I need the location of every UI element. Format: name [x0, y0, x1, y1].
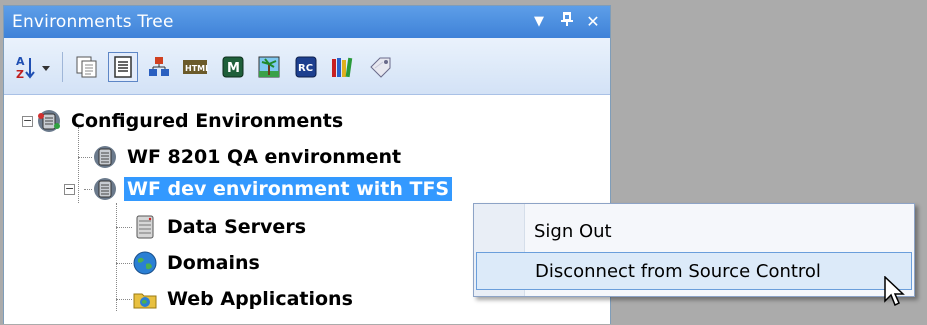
- copy-icon[interactable]: [72, 52, 102, 82]
- context-menu: Sign Out Disconnect from Source Control: [473, 203, 915, 297]
- tree-connector: [116, 299, 132, 300]
- tree-node-wf-8201-qa[interactable]: WF 8201 QA environment: [92, 141, 404, 173]
- tree-node-label: Configured Environments: [71, 110, 344, 132]
- svg-text:Z: Z: [16, 68, 24, 80]
- menu-item-sign-out[interactable]: Sign Out: [476, 212, 912, 250]
- svg-text:M: M: [227, 61, 240, 76]
- tree-node-label: Domains: [167, 252, 260, 274]
- tree-connector: [78, 157, 92, 158]
- tree-connector: [78, 127, 79, 203]
- environment-group-icon: [36, 108, 62, 134]
- tree-node-data-servers[interactable]: Data Servers: [132, 211, 309, 243]
- tree-connector: [84, 189, 92, 190]
- globe-icon: [132, 250, 158, 276]
- svg-text:A: A: [16, 55, 25, 68]
- image-icon[interactable]: [254, 52, 284, 82]
- web-folder-icon: [132, 286, 158, 312]
- svg-text:HTML: HTML: [185, 64, 208, 73]
- tree-node-label: Data Servers: [167, 216, 307, 238]
- tree-node-label: WF dev environment with TFS: [124, 177, 453, 201]
- panel-title: Environments Tree: [12, 12, 174, 32]
- tree-node-wf-dev-with-tfs[interactable]: WF dev environment with TFS: [92, 173, 453, 205]
- menu-item-label: Sign Out: [534, 220, 612, 242]
- tree-connector: [116, 227, 132, 228]
- mouse-cursor-icon: [884, 275, 906, 312]
- tree-node-configured-environments[interactable]: Configured Environments: [36, 105, 346, 137]
- data-server-icon: [132, 214, 158, 240]
- menu-item-label: Disconnect from Source Control: [535, 260, 821, 282]
- library-icon[interactable]: [328, 52, 358, 82]
- panel-title-bar: Environments Tree ▼ ✕: [4, 6, 610, 38]
- dropdown-icon[interactable]: ▼: [528, 11, 550, 33]
- tag-icon[interactable]: [366, 52, 396, 82]
- svg-text:RC: RC: [298, 63, 313, 74]
- pin-icon[interactable]: [556, 11, 578, 33]
- rc-icon[interactable]: RC: [291, 52, 321, 82]
- server-icon: [92, 176, 118, 202]
- server-icon: [92, 144, 118, 170]
- toolbar-separator: [62, 52, 63, 82]
- expander-root[interactable]: −: [22, 115, 33, 127]
- menu-item-disconnect-source-control[interactable]: Disconnect from Source Control: [476, 252, 912, 290]
- tree-node-label: Web Applications: [167, 288, 353, 310]
- document-icon[interactable]: [108, 52, 138, 82]
- tree-node-domains[interactable]: Domains: [132, 247, 263, 279]
- m-icon[interactable]: M: [218, 52, 248, 82]
- close-icon[interactable]: ✕: [582, 11, 604, 33]
- tree-node-web-applications[interactable]: Web Applications: [132, 283, 356, 315]
- sort-icon[interactable]: AZ: [12, 52, 56, 82]
- tree-connector: [116, 203, 117, 311]
- expander-wf-dev[interactable]: −: [64, 183, 75, 195]
- html-icon[interactable]: HTML: [180, 52, 210, 82]
- tree-connector: [116, 263, 132, 264]
- hierarchy-icon[interactable]: [144, 52, 174, 82]
- tree-node-label: WF 8201 QA environment: [127, 146, 402, 168]
- toolbar: AZ HTML M RC: [4, 38, 610, 95]
